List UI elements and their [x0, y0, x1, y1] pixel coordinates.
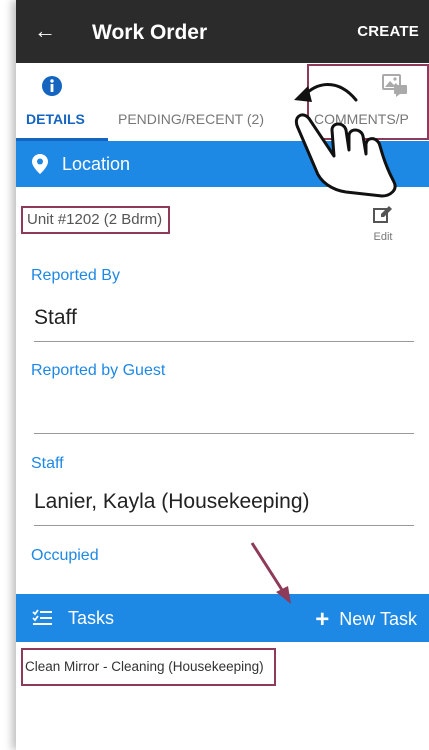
- phone-screen: ← Work Order CREATE DETAILS PENDING/RECE…: [16, 0, 429, 750]
- new-task-pointer-arrow: [250, 542, 291, 604]
- annotation-overlay: [250, 83, 397, 604]
- swipe-hand-icon: [295, 113, 397, 198]
- swipe-arrow-icon: [294, 83, 358, 102]
